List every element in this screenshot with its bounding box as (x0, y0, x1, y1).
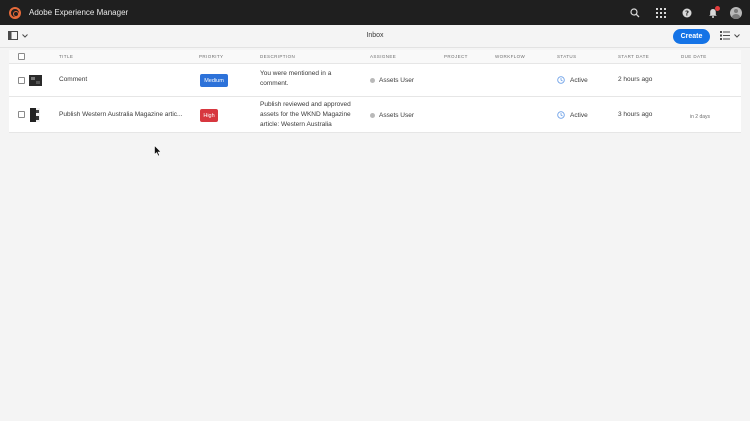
column-header-status[interactable]: STATUS (557, 54, 576, 59)
priority-badge: High (200, 109, 218, 122)
status-text: Active (570, 111, 588, 119)
apps-grid-icon[interactable] (648, 0, 674, 25)
table-row[interactable]: Comment Medium You were mentioned in a c… (9, 64, 741, 97)
notifications-bell-icon[interactable] (700, 0, 726, 25)
action-bar: Inbox Create (0, 25, 750, 48)
select-all-checkbox[interactable] (18, 53, 25, 60)
task-title[interactable]: Publish Western Australia Magazine artic… (59, 110, 182, 120)
task-status: Active (557, 76, 588, 84)
page-title: Inbox (366, 32, 384, 39)
assignee-name: Assets User (379, 77, 415, 84)
task-description: You were mentioned in a comment. (260, 70, 332, 87)
inbox-table: TITLE PRIORITY DESCRIPTION ASSIGNEE PROJ… (9, 50, 741, 133)
column-header-project[interactable]: PROJECT (444, 54, 468, 59)
assignee: Assets User (370, 112, 414, 119)
create-button[interactable]: Create (673, 29, 710, 44)
column-header-priority[interactable]: PRIORITY (199, 54, 223, 59)
shell-actions: ? (622, 0, 750, 25)
row-checkbox[interactable] (18, 77, 25, 84)
task-description: Publish reviewed and approved assets for… (260, 101, 351, 128)
user-avatar[interactable] (730, 6, 742, 19)
user-dot-icon (370, 113, 375, 118)
assignee: Assets User (370, 77, 414, 84)
chevron-down-icon (734, 33, 740, 38)
table-row[interactable]: Publish Western Australia Magazine artic… (9, 97, 741, 133)
column-header-description[interactable]: DESCRIPTION (260, 54, 295, 59)
assignee-name: Assets User (379, 112, 415, 119)
shell-header: Adobe Experience Manager ? (0, 0, 750, 25)
task-thumbnail (30, 108, 40, 122)
task-status: Active (557, 111, 588, 119)
column-header-due-date[interactable]: DUE DATE (681, 54, 707, 59)
notification-badge (715, 6, 720, 11)
column-header-workflow[interactable]: WORKFLOW (495, 54, 525, 59)
due-date: in 2 days (690, 114, 711, 120)
help-icon[interactable]: ? (674, 0, 700, 25)
priority-badge: Medium (200, 74, 228, 87)
start-date: 2 hours ago (618, 76, 653, 83)
clock-icon (557, 76, 565, 84)
start-date: 3 hours ago (618, 111, 653, 118)
clock-icon (557, 111, 565, 119)
task-thumbnail (29, 75, 42, 86)
app-title[interactable]: Adobe Experience Manager (29, 8, 128, 17)
column-header-start-date[interactable]: START DATE (618, 54, 649, 59)
view-switcher-button[interactable] (720, 31, 740, 40)
task-title[interactable]: Comment (59, 75, 87, 85)
mouse-cursor-icon (154, 145, 162, 157)
user-dot-icon (370, 78, 375, 83)
table-header: TITLE PRIORITY DESCRIPTION ASSIGNEE PROJ… (9, 50, 741, 64)
search-icon[interactable] (622, 0, 648, 25)
list-view-icon (720, 31, 730, 40)
column-header-title[interactable]: TITLE (59, 54, 73, 59)
svg-text:?: ? (685, 9, 689, 17)
adobe-experience-manager-logo[interactable] (9, 6, 21, 19)
status-text: Active (570, 76, 588, 84)
row-checkbox[interactable] (18, 111, 25, 118)
column-header-assignee[interactable]: ASSIGNEE (370, 54, 396, 59)
